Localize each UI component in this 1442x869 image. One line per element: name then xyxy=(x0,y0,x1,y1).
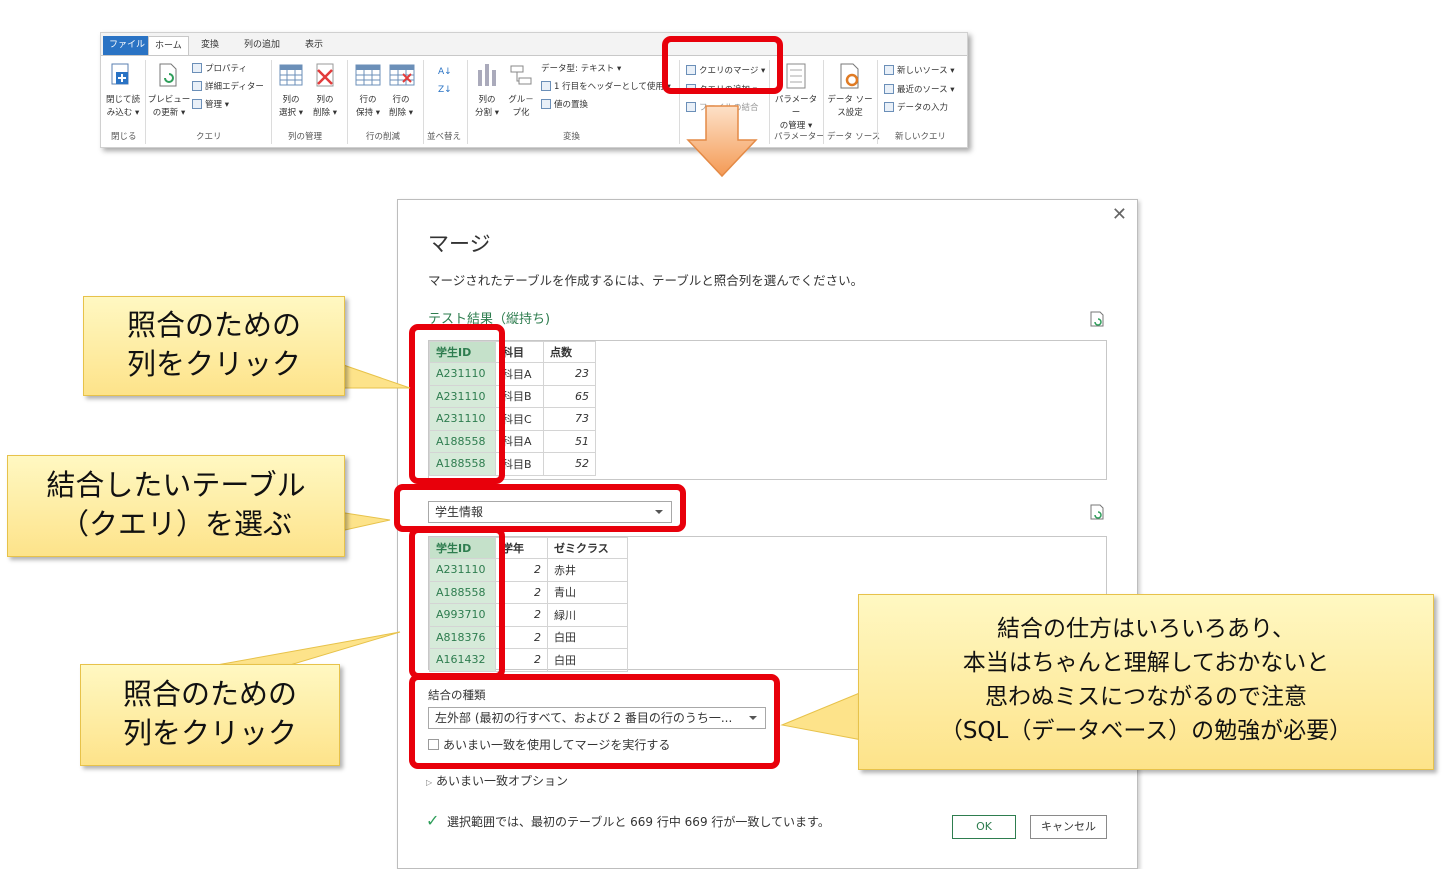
callout-click-match-column-1: 照合のための 列をクリック xyxy=(83,296,345,396)
callout-choose-table: 結合したいテーブル （クエリ）を選ぶ xyxy=(7,455,345,557)
callout-click-match-column-2: 照合のための 列をクリック xyxy=(80,664,340,766)
callout-join-kind-note: 結合の仕方はいろいろあり、 本当はちゃんと理解しておかないと 思わぬミスにつなが… xyxy=(858,594,1434,770)
